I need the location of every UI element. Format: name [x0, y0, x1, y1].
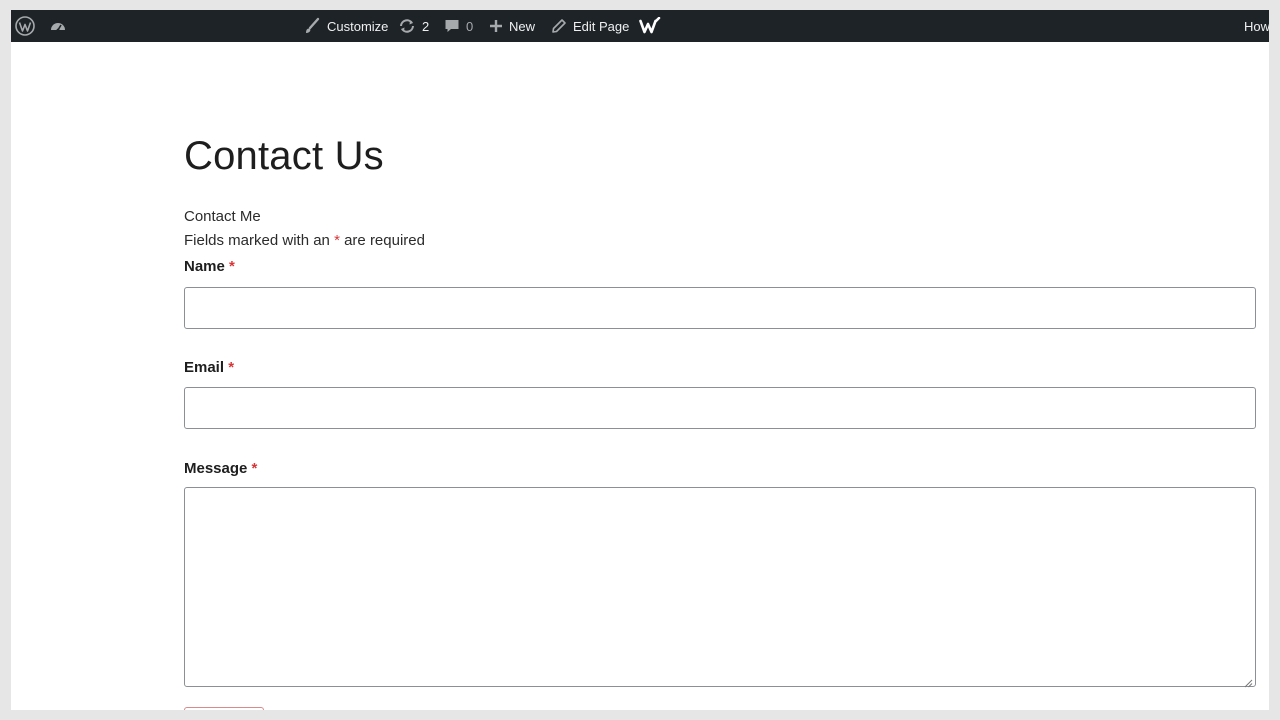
required-star: * — [334, 232, 340, 249]
howdy-account-menu[interactable]: Howdy — [1244, 10, 1269, 42]
name-input[interactable] — [184, 287, 1256, 329]
email-input[interactable] — [184, 387, 1256, 429]
browser-viewport: Customize 2 0 New Edit Page How Contact … — [11, 10, 1269, 710]
name-required-star: * — [229, 258, 235, 275]
wordpress-logo-icon — [15, 16, 35, 36]
resize-grip-icon[interactable] — [1244, 675, 1253, 688]
required-fields-note: Fields marked with an * are required — [184, 232, 425, 249]
name-label-text: Name — [184, 258, 225, 275]
edit-page-link[interactable]: Edit Page — [551, 10, 629, 42]
message-label: Message * — [184, 460, 257, 477]
pencil-icon — [551, 18, 567, 34]
message-required-star: * — [251, 460, 258, 477]
page-title: Contact Us — [184, 134, 384, 178]
dashboard-link[interactable] — [49, 10, 67, 42]
wordpress-menu[interactable] — [15, 10, 35, 42]
updates-link[interactable]: 2 — [398, 10, 429, 42]
plus-icon — [489, 19, 503, 33]
comments-count: 0 — [466, 18, 474, 34]
submit-button[interactable] — [184, 707, 264, 710]
new-content-link[interactable]: New — [489, 10, 535, 42]
customize-link[interactable]: Customize — [303, 10, 388, 42]
message-label-text: Message — [184, 460, 248, 477]
comment-icon — [444, 18, 460, 34]
form-title: Contact Me — [184, 208, 261, 225]
wpforms-icon — [639, 17, 661, 35]
updates-count: 2 — [422, 18, 430, 34]
comments-link[interactable]: 0 — [444, 10, 473, 42]
edit-page-label: Edit Page — [573, 18, 630, 34]
customize-label: Customize — [327, 18, 389, 34]
wpforms-link[interactable] — [639, 10, 661, 42]
name-label: Name * — [184, 258, 235, 275]
admin-bar: Customize 2 0 New Edit Page How — [11, 10, 1269, 42]
email-label-text: Email — [184, 359, 225, 376]
required-note-prefix: Fields marked with an — [184, 232, 330, 249]
required-note-suffix: are required — [344, 232, 425, 249]
dashboard-icon — [49, 17, 67, 35]
email-label: Email * — [184, 359, 234, 376]
updates-icon — [398, 17, 416, 35]
brush-icon — [303, 17, 321, 35]
message-textarea[interactable] — [184, 487, 1256, 688]
new-label: New — [509, 18, 536, 34]
howdy-label: Howdy — [1244, 18, 1269, 34]
email-required-star: * — [228, 359, 235, 376]
